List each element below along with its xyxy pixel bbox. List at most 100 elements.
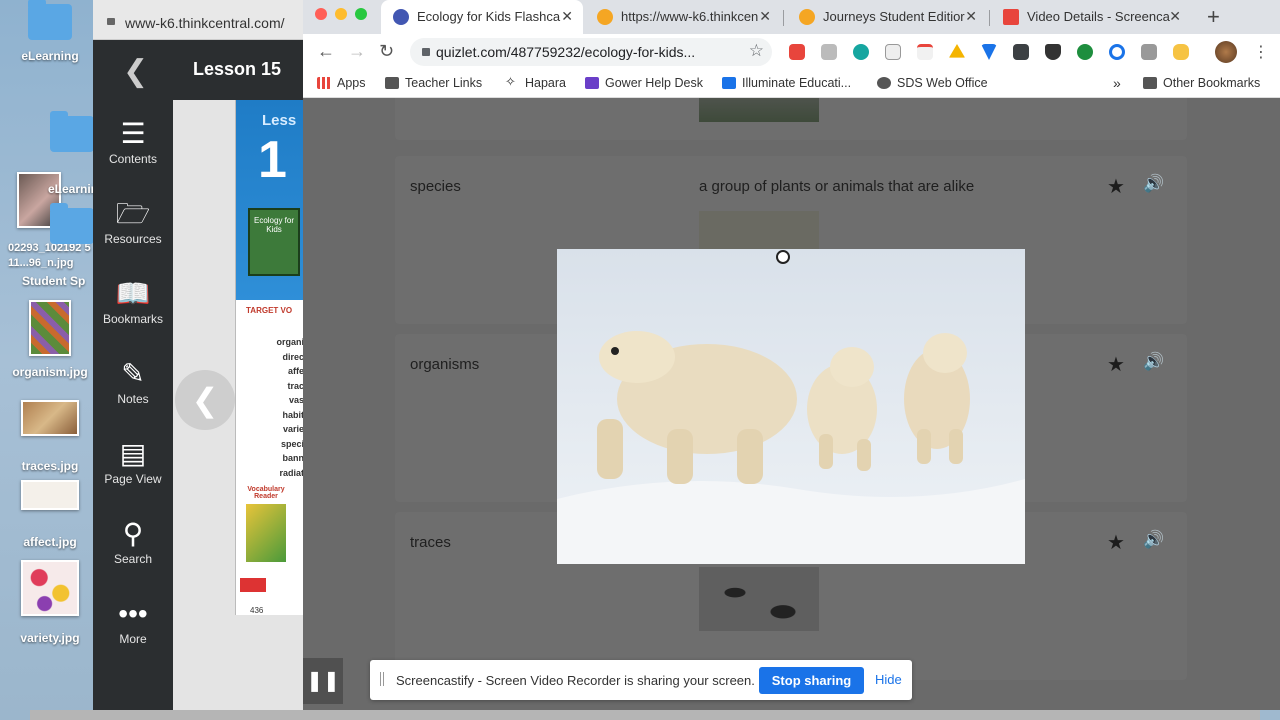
sidebar-item-resources[interactable]: 🗁 Resources <box>93 196 173 246</box>
desktop-item-elearning-folder[interactable]: eLearning <box>0 0 100 63</box>
close-tab-icon[interactable]: ✕ <box>759 8 771 25</box>
lesson-banner: Less 1 Ecology for Kids <box>236 100 308 300</box>
sidebar-item-more[interactable]: ••• More <box>93 596 173 646</box>
enlarged-card-image[interactable] <box>557 249 1025 564</box>
desktop-item-organism[interactable]: organism.jpg <box>0 300 100 379</box>
variety-thumbnail <box>21 560 79 616</box>
desktop-item-affect[interactable]: affect.jpg <box>0 480 100 549</box>
reload-icon[interactable]: ↻ <box>379 41 394 62</box>
back-arrow-icon[interactable]: ← <box>317 41 335 62</box>
thinkcentral-url[interactable]: www-k6.thinkcentral.com/ <box>125 15 285 31</box>
previous-page-button[interactable]: ❮ <box>175 370 235 430</box>
quizlet-favicon-icon <box>393 9 409 25</box>
menu-icon[interactable]: ⋮ <box>1253 42 1269 62</box>
drag-handle-icon[interactable] <box>380 672 384 686</box>
more-icon: ••• <box>118 598 148 629</box>
tab-video-details[interactable]: Video Details - Screenca ✕ <box>991 0 1191 34</box>
desktop-item-label: organism.jpg <box>12 365 88 379</box>
bookmark-label: Teacher Links <box>405 76 483 90</box>
desktop-item-traces[interactable]: traces.jpg <box>0 400 100 473</box>
sidebar-item-label: Notes <box>117 392 149 406</box>
bookmark-sds-web-office[interactable]: SDS Web Office <box>877 76 988 90</box>
book-cover[interactable]: Ecology for Kids <box>248 208 300 276</box>
extension-icon[interactable] <box>789 44 805 60</box>
desktop-item-elearning-folder-2[interactable] <box>0 111 100 157</box>
desktop-item-student-folder[interactable] <box>0 203 100 249</box>
maximize-window-button[interactable] <box>355 8 367 20</box>
grid-icon[interactable] <box>1141 44 1157 60</box>
thinkcentral-window: www-k6.thinkcentral.com/ ❮ ☰ Contents 🗁 … <box>93 0 308 710</box>
avatar[interactable] <box>1215 41 1237 63</box>
tab-ecology-flashcards[interactable]: Ecology for Kids Flashca ✕ <box>381 0 583 34</box>
bookmark-apps[interactable]: Apps <box>317 76 366 90</box>
bookmark-gower-help-desk[interactable]: Gower Help Desk <box>585 76 703 90</box>
other-bookmarks[interactable]: Other Bookmarks <box>1143 76 1260 90</box>
extension-icon[interactable] <box>1077 44 1093 60</box>
recording-pause-button[interactable]: ❚❚ <box>303 658 343 704</box>
thinkcentral-address-bar[interactable]: www-k6.thinkcentral.com/ <box>93 0 308 40</box>
affect-thumbnail <box>21 480 79 510</box>
star-icon[interactable]: ★ <box>1107 530 1125 555</box>
new-tab-button[interactable]: + <box>1207 4 1220 30</box>
desktop-item-variety[interactable]: variety.jpg <box>0 560 100 645</box>
extension-icon[interactable] <box>1109 44 1125 60</box>
star-icon[interactable]: ★ <box>1107 352 1125 377</box>
sidebar-item-notes[interactable]: ✎ Notes <box>93 356 173 406</box>
speaker-icon[interactable]: 🔊 <box>1143 174 1164 194</box>
sidebar-item-page-view[interactable]: ▤ Page View <box>93 436 173 486</box>
hide-button[interactable]: Hide <box>875 672 902 687</box>
forward-arrow-icon[interactable]: → <box>348 41 366 62</box>
folder-plus-icon: 🗁 <box>115 198 151 229</box>
bookmark-star-icon[interactable]: ☆ <box>749 41 764 61</box>
tab-journeys[interactable]: Journeys Student Editior ✕ <box>787 0 987 34</box>
sidebar-item-search[interactable]: ⚲ Search <box>93 516 173 566</box>
desktop-item-label: traces.jpg <box>21 459 79 473</box>
extension-icon[interactable] <box>917 44 933 60</box>
back-chevron-icon[interactable]: ❮ <box>123 54 148 89</box>
share-message: Screencastify - Screen Video Recorder is… <box>396 673 755 688</box>
desktop: eLearning 02293_102192 511...96_n.jpg eL… <box>0 0 105 720</box>
flashcard-row <box>395 98 1187 140</box>
sidebar-item-label: More <box>119 632 147 646</box>
star-icon[interactable]: ★ <box>1107 174 1125 199</box>
bookmark-teacher-links[interactable]: Teacher Links <box>385 76 482 90</box>
speaker-icon[interactable]: 🔊 <box>1143 530 1164 550</box>
extension-icon[interactable] <box>1013 44 1029 60</box>
minimize-window-button[interactable] <box>335 8 347 20</box>
vocabulary-reader-cover[interactable] <box>246 504 286 562</box>
sidebar-item-contents[interactable]: ☰ Contents <box>93 116 173 166</box>
google-drive-icon[interactable] <box>949 44 965 58</box>
card-term: organisms <box>410 356 480 373</box>
tab-thinkcentral[interactable]: https://www-k6.thinkcen ✕ <box>585 0 781 34</box>
bookmarks-bar: Apps Teacher Links ✧ Hapara Gower Help D… <box>303 70 1280 98</box>
extension-icon[interactable] <box>821 44 837 60</box>
shield-icon[interactable] <box>1045 44 1061 60</box>
vocab-word: radiat <box>279 467 304 478</box>
card-image[interactable] <box>699 98 819 122</box>
bookmark-label: Other Bookmarks <box>1163 76 1261 90</box>
sidebar-item-label: Contents <box>108 152 158 166</box>
vocab-word: vas <box>288 395 304 405</box>
pencil-icon: ✎ <box>121 358 145 389</box>
address-bar[interactable]: quizlet.com/487759232/ecology-for-kids..… <box>410 38 772 66</box>
card-image[interactable] <box>699 567 819 631</box>
gmail-icon[interactable] <box>885 44 901 60</box>
vocab-word: varie <box>282 424 304 434</box>
extension-icon[interactable] <box>853 44 869 60</box>
helpdesk-icon <box>585 77 599 89</box>
thinkcentral-sidebar: ❮ ☰ Contents 🗁 Resources 📖 Bookmarks ✎ N… <box>93 40 173 710</box>
close-tab-icon[interactable]: ✕ <box>965 8 977 25</box>
extension-icon[interactable] <box>981 44 997 60</box>
bookmark-hapara[interactable]: ✧ Hapara <box>505 74 566 90</box>
card-image[interactable] <box>699 211 819 251</box>
close-tab-icon[interactable]: ✕ <box>561 8 573 25</box>
vocab-word: trac <box>287 380 304 391</box>
sidebar-item-bookmarks[interactable]: 📖 Bookmarks <box>93 276 173 326</box>
traces-thumbnail <box>21 400 79 436</box>
bookmark-illuminate[interactable]: Illuminate Educati... <box>722 76 851 90</box>
close-tab-icon[interactable]: ✕ <box>1169 8 1181 25</box>
thumbs-up-icon[interactable] <box>1173 44 1189 60</box>
close-window-button[interactable] <box>315 8 327 20</box>
stop-sharing-button[interactable]: Stop sharing <box>759 667 864 694</box>
speaker-icon[interactable]: 🔊 <box>1143 352 1164 372</box>
